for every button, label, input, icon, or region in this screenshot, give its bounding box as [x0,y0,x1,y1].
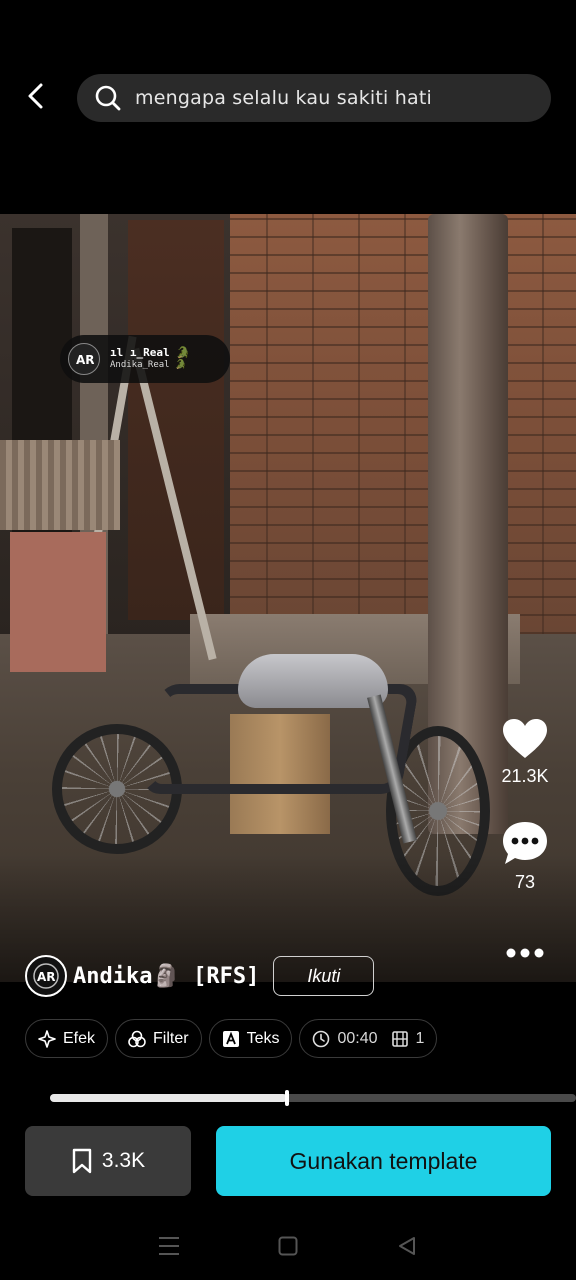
watermark-line2: Andika_Real 🐊 [110,360,187,370]
use-template-button[interactable]: Gunakan template [216,1126,551,1196]
svg-text:AR: AR [76,353,94,367]
clips-icon [391,1030,409,1048]
comment-button[interactable]: 73 [490,820,560,893]
follow-button[interactable]: Ikuti [273,956,375,996]
more-icon [506,948,544,958]
text-chip[interactable]: Teks [208,1019,293,1058]
hanging-cloth [0,440,120,530]
like-button[interactable]: 21.3K [490,718,560,787]
filter-label: Filter [153,1029,189,1047]
system-navigation-bar [0,1212,576,1280]
duration-chip: 00:40 1 [299,1019,438,1058]
progress-handle[interactable] [284,1090,289,1106]
like-count: 21.3K [501,766,549,786]
watermark-line1: ıl ı_Real 🐊 [110,346,190,359]
bookmark-icon [72,1148,92,1174]
effect-chip[interactable]: Efek [25,1019,109,1058]
effect-label: Efek [63,1029,96,1047]
svg-text:AR: AR [37,970,56,984]
more-button[interactable] [490,940,560,966]
effect-icon [38,1029,56,1048]
back-arrow-icon [28,83,43,109]
comment-count: 73 [514,872,536,892]
template-info-chips: Efek Filter Teks 00:40 1 [25,1019,438,1058]
save-count: 3.3K [101,1149,146,1172]
playback-progress[interactable] [50,1090,576,1106]
logo-icon: AR [68,343,100,375]
recent-apps-button[interactable] [149,1226,189,1266]
duration-value: 00:40 [337,1029,378,1047]
text-label: Teks [246,1029,280,1047]
menu-icon [159,1237,180,1255]
search-bar[interactable]: mengapa selalu kau sakiti hati [77,74,551,122]
back-button[interactable] [18,78,54,114]
clip-count: 1 [415,1029,425,1047]
comment-icon [503,822,547,864]
fuel-tank [238,654,388,708]
heart-icon [503,719,547,758]
clock-icon [312,1030,330,1048]
filter-chip[interactable]: Filter [115,1019,202,1058]
hanging-cloth [10,532,106,672]
filter-icon [128,1030,146,1048]
text-icon [222,1030,240,1048]
back-nav-button[interactable] [387,1226,427,1266]
back-triangle-icon [398,1237,415,1255]
search-query: mengapa selalu kau sakiti hati [135,87,432,109]
home-icon [278,1236,298,1256]
save-button[interactable]: 3.3K [25,1126,191,1196]
author-name[interactable]: Andika🗿 [RFS] [73,964,259,989]
avatar[interactable]: AR [25,955,67,997]
brick-wall [220,214,576,634]
home-button[interactable] [268,1226,308,1266]
author-row: AR Andika🗿 [RFS] Ikuti [25,955,375,997]
watermark-badge: AR ıl ı_Real 🐊 Andika_Real 🐊 [60,335,230,383]
search-icon [93,83,123,113]
progress-fill [50,1094,287,1102]
